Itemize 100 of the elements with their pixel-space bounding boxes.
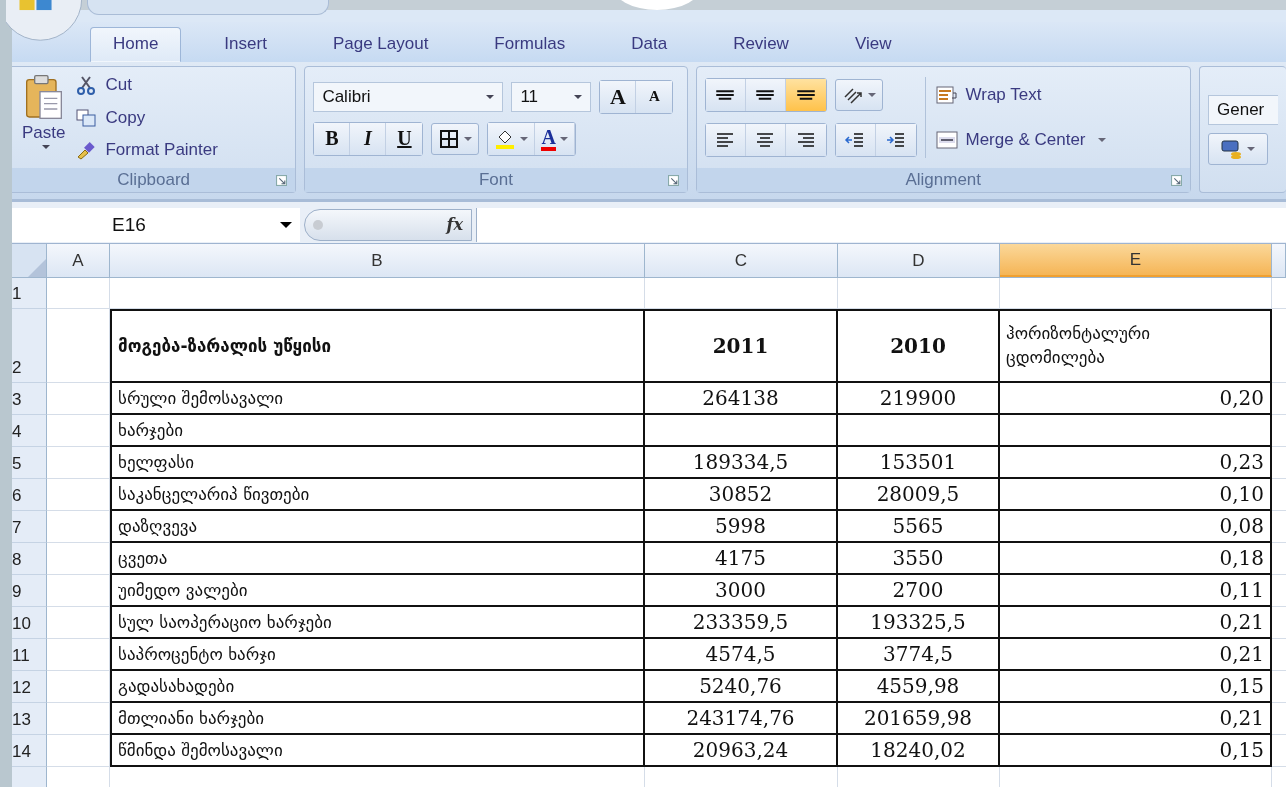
table-cell: სრული შემოსავალი [110, 383, 645, 415]
table-cell: 4559,98 [838, 671, 1000, 703]
caret-icon [1097, 137, 1106, 142]
table-cell: 5565 [838, 511, 1000, 543]
row-header[interactable]: 10 [12, 607, 47, 639]
grow-font-button[interactable]: A [600, 80, 637, 113]
align-middle-icon [755, 90, 775, 101]
caret-icon [464, 136, 473, 141]
format-painter-button[interactable]: Format Painter [75, 138, 218, 162]
borders-button[interactable] [431, 122, 480, 155]
formula-input-field[interactable] [476, 207, 1286, 242]
table-cell [47, 543, 110, 575]
column-header[interactable]: B [110, 244, 645, 277]
table-cell [47, 639, 110, 671]
paste-button[interactable]: Paste [20, 73, 68, 162]
table-cell: 189334,5 [645, 447, 838, 479]
table-cell: 0,20 [1000, 383, 1272, 415]
table-cell: წმინდა შემოსავალი [110, 735, 645, 767]
ribbon-tab[interactable]: Home [90, 27, 182, 62]
dialog-launcher-icon[interactable] [1171, 174, 1182, 186]
money-icon [1221, 138, 1243, 159]
group-label: Font [478, 170, 513, 190]
table-cell: საპროცენტო ხარჯი [110, 639, 645, 671]
merge-center-button[interactable]: Merge & Center [935, 127, 1106, 152]
caret-icon [1247, 146, 1255, 151]
ribbon-tab[interactable]: Review [710, 27, 812, 62]
table-cell [47, 703, 110, 735]
ribbon-tab[interactable]: Insert [201, 27, 290, 62]
align-left-button[interactable] [705, 123, 746, 156]
table-cell: 2700 [838, 575, 1000, 607]
ribbon-tab[interactable]: Formulas [471, 27, 589, 62]
font-name-field[interactable]: Calibri [313, 81, 504, 112]
row-header[interactable]: 1 [12, 278, 47, 309]
row-header[interactable]: 6 [12, 479, 47, 511]
insert-function-button[interactable]: fx [446, 215, 463, 234]
wrap-text-icon [935, 85, 958, 106]
align-top-icon [715, 90, 735, 101]
table-cell: ცვეთა [110, 543, 645, 575]
row-header[interactable]: 12 [12, 671, 47, 703]
table-cell: 3000 [645, 575, 838, 607]
fill-color-button[interactable] [488, 122, 536, 155]
table-cell: 153501 [838, 447, 1000, 479]
table-cell [47, 607, 110, 639]
number-format-field[interactable]: Gener [1208, 94, 1278, 125]
decrease-indent-button[interactable] [835, 123, 876, 156]
table-cell: 4574,5 [645, 639, 838, 671]
table-cell: დაზღვევა [110, 511, 645, 543]
table-cell: 0,10 [1000, 479, 1272, 511]
table-cell: 3550 [838, 543, 1000, 575]
row-header[interactable]: 5 [12, 447, 47, 479]
column-header[interactable]: C [645, 244, 838, 277]
table-cell: 4175 [645, 543, 838, 575]
ribbon-tab[interactable]: View [831, 27, 915, 62]
dialog-launcher-icon[interactable] [667, 174, 679, 186]
caret-icon [574, 94, 583, 99]
row-header[interactable]: 3 [12, 383, 47, 415]
table-cell [47, 575, 110, 607]
name-box[interactable]: E16 [12, 207, 300, 242]
table-cell: 28009,5 [838, 479, 1000, 511]
table-cell: 0,21 [1000, 703, 1272, 735]
table-cell: 0,15 [1000, 735, 1272, 767]
row-header[interactable]: 4 [12, 415, 47, 447]
row-header[interactable]: 14 [12, 735, 47, 767]
column-header[interactable]: A [47, 244, 110, 277]
row-header[interactable]: 11 [12, 639, 47, 671]
copy-button[interactable]: Copy [75, 105, 218, 130]
table-cell: ხარჯები [110, 415, 645, 447]
table-cell: 0,15 [1000, 671, 1272, 703]
caret-icon [867, 93, 876, 98]
row-header[interactable]: 9 [12, 575, 47, 607]
table-cell [47, 278, 110, 309]
table-cell: 20963,24 [645, 735, 838, 767]
wrap-text-button[interactable]: Wrap Text [935, 83, 1106, 108]
paint-bucket-icon [494, 128, 517, 149]
group-label: Alignment [905, 170, 982, 190]
font-size-field[interactable]: 11 [511, 81, 592, 112]
group-label: Clipboard [117, 170, 191, 190]
row-header[interactable]: 13 [12, 703, 47, 735]
table-cell [47, 511, 110, 543]
bold-button[interactable]: B [314, 122, 351, 155]
row-header[interactable]: 8 [12, 543, 47, 575]
ribbon-tab[interactable]: Page Layout [309, 27, 452, 62]
copy-icon [75, 107, 98, 128]
align-bottom-icon [795, 90, 816, 101]
row-header[interactable]: 7 [12, 511, 47, 543]
table-cell: მოგება-ზარალის უწყისი [110, 309, 645, 383]
orientation-button[interactable] [834, 79, 883, 112]
table-cell: 0,18 [1000, 543, 1272, 575]
row-header[interactable]: 2 [12, 309, 47, 383]
caret-icon [486, 94, 495, 99]
vertical-align-button[interactable] [705, 79, 746, 112]
table-cell: 0,21 [1000, 607, 1272, 639]
ribbon-tab[interactable]: Data [608, 27, 691, 62]
dialog-launcher-icon[interactable] [276, 174, 288, 186]
column-header[interactable]: E [1000, 244, 1272, 277]
cut-button[interactable]: Cut [75, 73, 218, 97]
vertical-align-button[interactable] [785, 79, 826, 112]
caret-icon [41, 145, 50, 149]
table-cell [47, 479, 110, 511]
currency-format-button[interactable] [1208, 132, 1268, 165]
